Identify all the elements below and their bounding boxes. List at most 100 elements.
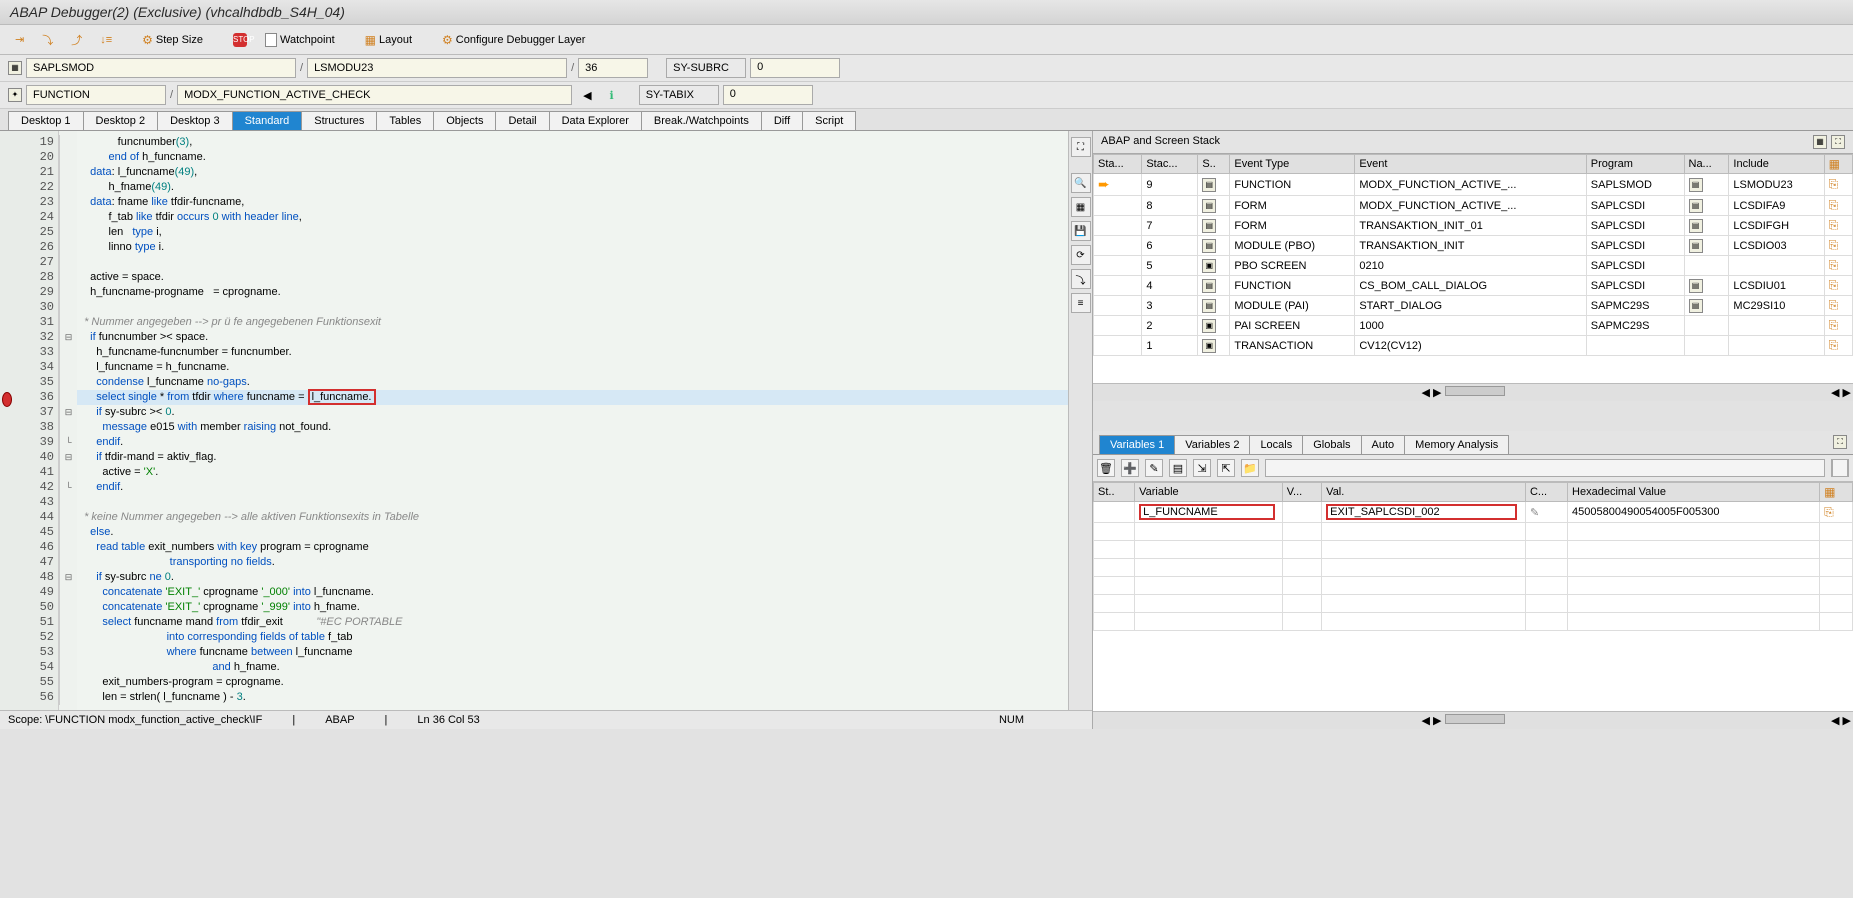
tool-structure-icon[interactable]: ▦ <box>1071 197 1091 217</box>
stack-cfg-icon[interactable]: ▦ <box>1813 135 1827 149</box>
code-editor[interactable]: 1920212223242526272829303132333435363738… <box>0 131 1092 710</box>
tab-data-explorer[interactable]: Data Explorer <box>549 111 642 130</box>
tool-find-icon[interactable]: 🔍 <box>1071 173 1091 193</box>
scroll-left-icon[interactable]: ◀ <box>1421 387 1429 399</box>
var-edit-icon[interactable]: ✎ <box>1145 459 1163 477</box>
stack-col-header[interactable]: Sta... <box>1094 155 1142 174</box>
main-toolbar: ⇥ ⤵ ⤴ ↓≡ ⚙Step Size STOP Watchpoint ▦Lay… <box>0 25 1853 55</box>
stack-col-header[interactable]: Program <box>1586 155 1684 174</box>
var-copy-icon[interactable]: ▤ <box>1169 459 1187 477</box>
var-tab-variables-2[interactable]: Variables 2 <box>1174 435 1250 454</box>
context-row-2: ✦ FUNCTION / MODX_FUNCTION_ACTIVE_CHECK … <box>0 82 1853 109</box>
stack-col-header[interactable]: Event <box>1355 155 1586 174</box>
stack-row[interactable]: 3▤MODULE (PAI)START_DIALOGSAPMC29S▤MC29S… <box>1094 296 1853 316</box>
tab-script[interactable]: Script <box>802 111 856 130</box>
tab-desktop-1[interactable]: Desktop 1 <box>8 111 84 130</box>
scroll-l2-icon[interactable]: ◀ <box>1831 387 1839 399</box>
step-into-btn[interactable]: ⇥ <box>8 30 31 49</box>
window-title: ABAP Debugger(2) (Exclusive) (vhcalhdbdb… <box>0 0 1853 25</box>
scope-pos: Ln 36 Col 53 <box>417 714 479 726</box>
scroll-right-icon[interactable]: ▶ <box>1433 387 1441 399</box>
include-field[interactable]: LSMODU23 <box>307 58 567 78</box>
var-expand-icon[interactable]: ⇲ <box>1193 459 1211 477</box>
continue-btn[interactable]: ↓≡ <box>93 31 119 49</box>
variable-row-empty[interactable] <box>1094 541 1853 559</box>
var-add-icon[interactable]: ➕ <box>1121 459 1139 477</box>
var-tab-globals[interactable]: Globals <box>1302 435 1361 454</box>
layout-btn[interactable]: ▦Layout <box>358 30 419 50</box>
stack-row[interactable]: 1▣TRANSACTIONCV12(CV12)⎘ <box>1094 336 1853 356</box>
status-bar: Scope: \FUNCTION modx_function_active_ch… <box>0 710 1092 729</box>
stack-header: ABAP and Screen Stack ▦ ⛶ <box>1093 131 1853 154</box>
stack-row[interactable]: 7▤FORMTRANSAKTION_INIT_01SAPLCSDI▤LCSDIF… <box>1094 216 1853 236</box>
sy-tabix-label: SY-TABIX <box>639 85 719 105</box>
name-field[interactable]: MODX_FUNCTION_ACTIVE_CHECK <box>177 85 572 105</box>
tool-save-icon[interactable]: 💾 <box>1071 221 1091 241</box>
var-collapse-icon[interactable]: ⇱ <box>1217 459 1235 477</box>
variable-row-empty[interactable] <box>1094 577 1853 595</box>
info-btn[interactable]: ℹ <box>603 86 621 105</box>
var-folder-icon[interactable]: 📁 <box>1241 459 1259 477</box>
var-tab-auto[interactable]: Auto <box>1361 435 1406 454</box>
step-out-btn[interactable]: ⤴ <box>64 29 89 51</box>
stop-btn[interactable]: STOP <box>226 30 254 50</box>
tab-standard[interactable]: Standard <box>232 111 303 130</box>
stack-col-header[interactable]: Include <box>1729 155 1824 174</box>
watchpoint-btn[interactable]: Watchpoint <box>258 30 342 50</box>
stack-row[interactable]: 8▤FORMMODX_FUNCTION_ACTIVE_...SAPLCSDI▤L… <box>1094 196 1853 216</box>
variable-row-empty[interactable] <box>1094 559 1853 577</box>
var-max-icon[interactable]: ⛶ <box>1833 435 1847 449</box>
stack-col-header[interactable]: Na... <box>1684 155 1729 174</box>
stack-row[interactable]: 6▤MODULE (PBO)TRANSAKTION_INITSAPLCSDI▤L… <box>1094 236 1853 256</box>
tab-detail[interactable]: Detail <box>495 111 549 130</box>
variable-toolbar: 🗑 ➕ ✎ ▤ ⇲ ⇱ 📁 <box>1093 455 1853 482</box>
stack-col-header[interactable]: S.. <box>1198 155 1230 174</box>
stack-row[interactable]: 5▣PBO SCREEN0210SAPLCSDI⎘ <box>1094 256 1853 276</box>
var-delete-icon[interactable]: 🗑 <box>1097 459 1115 477</box>
variable-tabs: Variables 1Variables 2LocalsGlobalsAutoM… <box>1093 431 1853 455</box>
var-tab-variables-1[interactable]: Variables 1 <box>1099 435 1175 454</box>
tab-tables[interactable]: Tables <box>376 111 434 130</box>
tool-step-icon[interactable]: ⤵ <box>1071 269 1091 289</box>
tab-objects[interactable]: Objects <box>433 111 496 130</box>
scope-mode: NUM <box>999 714 1024 726</box>
nav-back-btn[interactable]: ◀ <box>576 86 598 105</box>
code-tools: ⛶ 🔍 ▦ 💾 ⟳ ⤵ ≡ <box>1068 131 1092 710</box>
stack-col-header[interactable]: Event Type <box>1230 155 1355 174</box>
tab-desktop-3[interactable]: Desktop 3 <box>157 111 233 130</box>
tool-refresh-icon[interactable]: ⟳ <box>1071 245 1091 265</box>
tab-structures[interactable]: Structures <box>301 111 377 130</box>
sy-subrc-value[interactable]: 0 <box>750 58 840 78</box>
variables-table[interactable]: St..VariableV...Val.C...Hexadecimal Valu… <box>1093 482 1853 631</box>
scope-lang: ABAP <box>325 714 354 726</box>
step-size-btn[interactable]: ⚙Step Size <box>135 30 210 50</box>
stack-max-icon[interactable]: ⛶ <box>1831 135 1845 149</box>
program-icon: ▦ <box>8 61 22 75</box>
line-field[interactable]: 36 <box>578 58 648 78</box>
type-field[interactable]: FUNCTION <box>26 85 166 105</box>
tool-max-icon[interactable]: ⛶ <box>1071 137 1091 157</box>
variable-row-empty[interactable] <box>1094 613 1853 631</box>
tab-diff[interactable]: Diff <box>761 111 803 130</box>
tool-list-icon[interactable]: ≡ <box>1071 293 1091 313</box>
step-over-btn[interactable]: ⤵ <box>35 29 60 51</box>
stack-row[interactable]: ➨9▤FUNCTIONMODX_FUNCTION_ACTIVE_...SAPLS… <box>1094 174 1853 196</box>
var-tab-locals[interactable]: Locals <box>1249 435 1303 454</box>
variable-row-empty[interactable] <box>1094 523 1853 541</box>
stack-table[interactable]: Sta...Stac...S..Event TypeEventProgramNa… <box>1093 154 1853 356</box>
scroll-r2-icon[interactable]: ▶ <box>1843 387 1851 399</box>
var-tab-memory-analysis[interactable]: Memory Analysis <box>1404 435 1509 454</box>
configure-layer-btn[interactable]: ⚙Configure Debugger Layer <box>435 30 592 50</box>
stack-col-header[interactable]: Stac... <box>1142 155 1198 174</box>
variable-row[interactable]: L_FUNCNAMEEXIT_SAPLCSDI_002✎450058004900… <box>1094 502 1853 523</box>
program-field[interactable]: SAPLSMOD <box>26 58 296 78</box>
stack-row[interactable]: 2▣PAI SCREEN1000SAPMC29S⎘ <box>1094 316 1853 336</box>
variable-row-empty[interactable] <box>1094 595 1853 613</box>
scope-path: Scope: \FUNCTION modx_function_active_ch… <box>8 714 262 726</box>
sy-tabix-value[interactable]: 0 <box>723 85 813 105</box>
stack-row[interactable]: 4▤FUNCTIONCS_BOM_CALL_DIALOGSAPLCSDI▤LCS… <box>1094 276 1853 296</box>
tab-desktop-2[interactable]: Desktop 2 <box>83 111 159 130</box>
tab-break-watchpoints[interactable]: Break./Watchpoints <box>641 111 762 130</box>
var-save-icon[interactable] <box>1831 459 1849 477</box>
desktop-tabs: Desktop 1Desktop 2Desktop 3StandardStruc… <box>0 109 1853 131</box>
